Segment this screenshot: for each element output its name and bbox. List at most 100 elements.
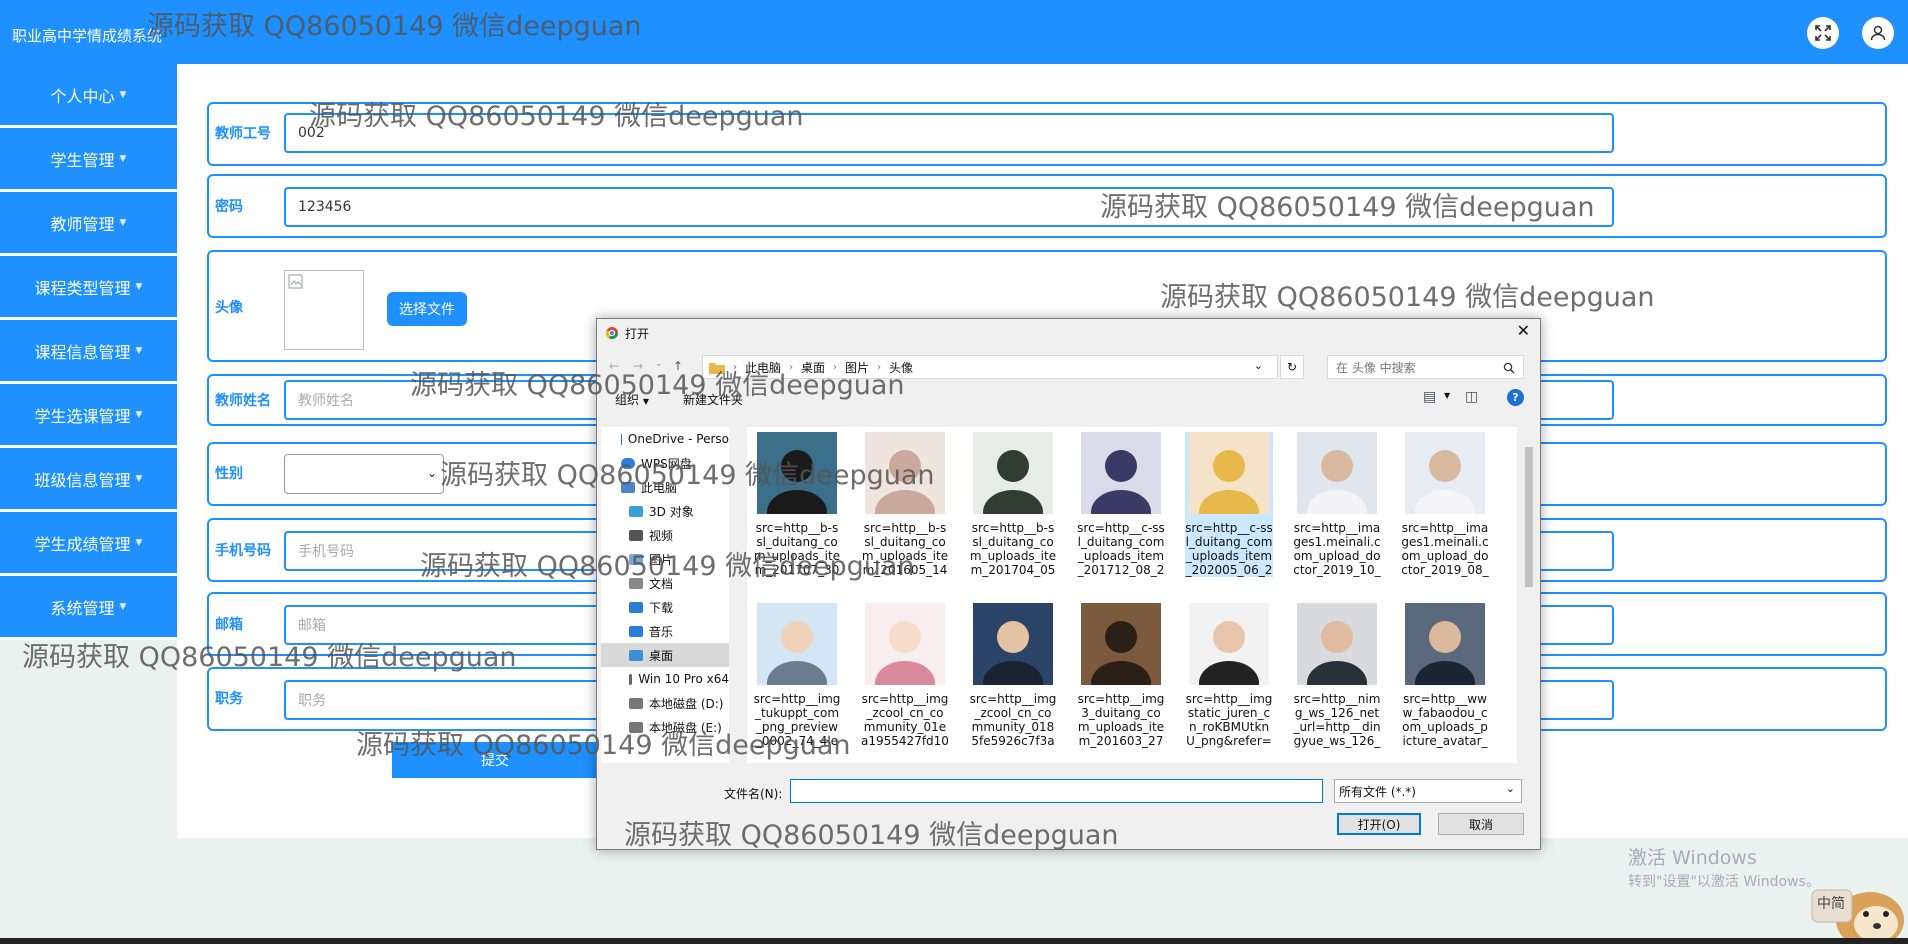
gender-label: 性别: [215, 466, 243, 482]
tree-item-onedrive[interactable]: OneDrive - Perso: [601, 427, 729, 451]
address-bar[interactable]: › 此电脑 › 桌面 › 图片 › 头像 ⌄: [702, 355, 1278, 379]
new-folder-button[interactable]: 新建文件夹: [683, 391, 743, 408]
tree-item-label: 音乐: [649, 624, 674, 639]
tree-item-drive-c[interactable]: Win 10 Pro x64: [601, 667, 729, 691]
sidebar-item-class-info[interactable]: 班级信息管理 ▼: [0, 448, 177, 509]
position-label: 职务: [215, 691, 243, 707]
breadcrumb-separator-icon: ›: [877, 361, 882, 373]
tree-item-desktop[interactable]: 桌面: [601, 643, 729, 667]
tree-item-downloads[interactable]: 下载: [601, 595, 729, 619]
email-label: 邮箱: [215, 617, 243, 633]
caret-down-icon: ▼: [119, 153, 127, 164]
file-open-dialog: 打开 ✕ ← → ⌄ ↑ › 此电脑 › 桌面 › 图片 › 头像 ⌄ ↻ 在 头像 …: [596, 318, 1541, 850]
view-options-icon[interactable]: ▤: [1423, 389, 1436, 405]
image-thumbnail: [1297, 432, 1377, 514]
caret-down-icon: ▼: [135, 537, 143, 548]
file-tile[interactable]: src=http__www_fabaodou_com_uploads_pictu…: [1401, 603, 1489, 748]
sidebar-item-label: 学生成绩管理: [34, 534, 131, 554]
file-grid-scrollbar[interactable]: [1522, 427, 1536, 763]
file-tile[interactable]: src=http__nimg_ws_126_net_url=http__ding…: [1293, 603, 1381, 748]
up-arrow-icon[interactable]: ↑: [673, 359, 683, 373]
breadcrumb-item[interactable]: 头像: [889, 359, 913, 376]
teacher-id-input[interactable]: 002: [284, 113, 1614, 153]
fullscreen-button[interactable]: [1807, 17, 1839, 49]
file-grid: src=http__b-ssl_duitang_com_uploads_item…: [747, 427, 1517, 763]
sidebar-item-personal-center[interactable]: 个人中心 ▼: [0, 64, 177, 125]
file-tile[interactable]: src=http__img_tukuppt_com_png_preview_00…: [753, 603, 841, 748]
sidebar-item-course-selection[interactable]: 学生选课管理 ▼: [0, 384, 177, 445]
sidebar-item-system[interactable]: 系统管理 ▼: [0, 576, 177, 637]
tree-item-drive-e[interactable]: 本地磁盘 (E:): [601, 715, 729, 739]
scrollbar-thumb[interactable]: [1525, 447, 1533, 587]
close-icon[interactable]: ✕: [1517, 321, 1530, 340]
open-button[interactable]: 打开(O): [1337, 813, 1421, 835]
filename-input[interactable]: [790, 779, 1323, 803]
file-name: src=http__b-ssl_duitang_com_uploads_item…: [753, 521, 841, 577]
breadcrumb-item[interactable]: 图片: [845, 359, 869, 376]
back-arrow-icon[interactable]: ←: [609, 359, 619, 373]
tree-item-this-pc[interactable]: 此电脑: [601, 475, 729, 499]
file-tile[interactable]: src=http__images1.meinali.com_upload_doc…: [1401, 432, 1489, 577]
sidebar-item-label: 班级信息管理: [34, 470, 131, 490]
file-tile[interactable]: src=http__b-ssl_duitang_com_uploads_item…: [969, 432, 1057, 577]
sidebar-item-students[interactable]: 学生管理 ▼: [0, 128, 177, 189]
chevron-down-icon[interactable]: ⌄: [1254, 359, 1263, 372]
tree-item-3d-objects[interactable]: 3D 对象: [601, 499, 729, 523]
help-icon[interactable]: ?: [1507, 389, 1524, 406]
file-name: src=http__b-ssl_duitang_com_uploads_item…: [969, 521, 1057, 577]
breadcrumb-separator-icon: ›: [833, 361, 838, 373]
chevron-down-icon: ▼: [642, 397, 649, 406]
navigation-scrollbar[interactable]: [730, 427, 742, 763]
app-title: 职业高中学情成绩系统: [12, 27, 163, 45]
caret-down-icon: ▼: [119, 601, 127, 612]
tree-item-pictures[interactable]: 图片: [601, 547, 729, 571]
tree-item-label: 桌面: [649, 648, 674, 663]
sidebar-item-course-types[interactable]: 课程类型管理 ▼: [0, 256, 177, 317]
image-thumbnail: [1405, 603, 1485, 685]
organize-button[interactable]: 组织 ▼: [615, 391, 649, 408]
preview-pane-icon[interactable]: ◫: [1465, 389, 1478, 405]
tree-item-drive-d[interactable]: 本地磁盘 (D:): [601, 691, 729, 715]
file-tile-selected[interactable]: src=http__c-ssl_duitang_com_uploads_item…: [1185, 432, 1273, 577]
tree-item-label: 本地磁盘 (E:): [649, 720, 722, 735]
recent-locations-icon[interactable]: ⌄: [655, 359, 663, 369]
sidebar-item-grades[interactable]: 学生成绩管理 ▼: [0, 512, 177, 573]
sidebar-item-teachers[interactable]: 教师管理 ▼: [0, 192, 177, 253]
image-thumbnail: [757, 603, 837, 685]
tree-item-music[interactable]: 音乐: [601, 619, 729, 643]
gender-select[interactable]: ⌄: [284, 454, 444, 494]
drive-icon: [629, 721, 643, 733]
password-input[interactable]: 123456: [284, 187, 1614, 227]
filetype-select[interactable]: 所有文件 (*.*) ⌄: [1334, 779, 1522, 803]
file-tile[interactable]: src=http__b-ssl_duitang_com_uploads_item…: [753, 432, 841, 577]
chevron-down-icon[interactable]: ▼: [1444, 391, 1450, 400]
submit-button[interactable]: 提交: [392, 742, 598, 778]
image-thumbnail: [757, 432, 837, 514]
file-tile[interactable]: src=http__images1.meinali.com_upload_doc…: [1293, 432, 1381, 577]
user-menu-button[interactable]: [1862, 17, 1894, 49]
file-tile[interactable]: src=http__imgstatic_juren_cn_roKBMUtknU_…: [1185, 603, 1273, 748]
sidebar-item-course-info[interactable]: 课程信息管理 ▼: [0, 320, 177, 381]
file-tile[interactable]: src=http__c-ssl_duitang_com_uploads_item…: [1077, 432, 1165, 577]
file-tile[interactable]: src=http__b-ssl_duitang_com_uploads_item…: [861, 432, 949, 577]
tree-item-wps-drive[interactable]: WPS网盘: [601, 451, 729, 475]
folder-search-input[interactable]: 在 头像 中搜索: [1327, 355, 1524, 379]
password-label: 密码: [215, 199, 243, 215]
breadcrumb-item[interactable]: 桌面: [801, 359, 825, 376]
breadcrumb-item[interactable]: 此电脑: [745, 359, 781, 376]
image-thumbnail: [973, 432, 1053, 514]
tree-item-documents[interactable]: 文档: [601, 571, 729, 595]
refresh-icon: ↻: [1286, 360, 1298, 374]
file-tile[interactable]: src=http__img_zcool_cn_community_01ea195…: [861, 603, 949, 748]
sidebar-item-label: 课程信息管理: [34, 342, 131, 362]
file-tile[interactable]: src=http__img_zcool_cn_community_0185fe5…: [969, 603, 1057, 748]
download-icon: [629, 601, 643, 613]
folder-icon: [709, 363, 725, 374]
file-tile[interactable]: src=http__img3_duitang_com_uploads_item_…: [1077, 603, 1165, 748]
refresh-button[interactable]: ↻: [1280, 355, 1304, 379]
cancel-button[interactable]: 取消: [1438, 813, 1524, 835]
choose-file-button[interactable]: 选择文件: [387, 292, 467, 326]
tree-item-videos[interactable]: 视频: [601, 523, 729, 547]
sidebar-item-label: 系统管理: [50, 598, 115, 618]
forward-arrow-icon[interactable]: →: [633, 359, 643, 373]
